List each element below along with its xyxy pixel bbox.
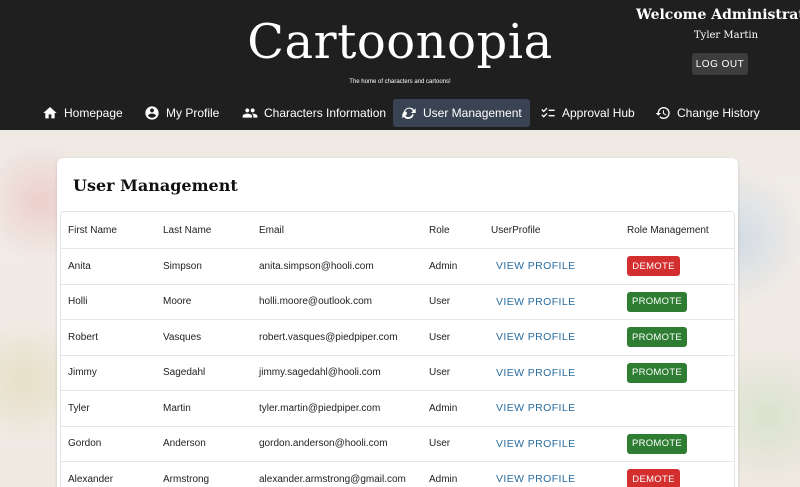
user-profile-cell: VIEW PROFILE	[491, 249, 580, 284]
last-name-cell: Sagedahl	[163, 367, 206, 379]
email-cell: alexander.armstrong@gmail.com	[259, 473, 406, 485]
role-cell: Admin	[429, 260, 458, 272]
user-profile-cell: VIEW PROFILE	[491, 356, 580, 391]
nav-item-label: Change History	[677, 106, 760, 120]
main-nav: Homepage My Profile Characters Informati…	[0, 97, 800, 129]
first-name-cell: Alexander	[68, 473, 114, 485]
table-header-row: First Name Last Name Email Role UserProf…	[61, 212, 734, 249]
email-cell: anita.simpson@hooli.com	[259, 260, 374, 272]
last-name-cell: Vasques	[163, 331, 202, 343]
table-row: Alexander Armstrong alexander.armstrong@gm…	[61, 462, 734, 487]
last-name-cell: Armstrong	[163, 473, 210, 485]
nav-item-label: Characters Information	[264, 106, 387, 120]
role-cell: Admin	[429, 473, 458, 485]
nav-item-change-history[interactable]: Change History	[647, 99, 768, 127]
last-name-cell: Anderson	[163, 438, 206, 450]
user-profile-cell: VIEW PROFILE	[491, 320, 580, 355]
first-name-cell: Gordon	[68, 438, 102, 450]
view-profile-button[interactable]: VIEW PROFILE	[491, 260, 580, 272]
role-cell: User	[429, 438, 451, 450]
table-row: Holli Moore holli.moore@outlook.com User VIE…	[61, 285, 734, 320]
demote-button[interactable]: DEMOTE	[627, 469, 680, 487]
checklist-icon	[541, 107, 555, 118]
user-name: Tyler Martin	[694, 30, 759, 41]
user-profile-cell: VIEW PROFILE	[491, 462, 580, 487]
history-icon	[655, 107, 670, 120]
user-management-card: User Management First Name Last Name Ema…	[57, 158, 738, 487]
user-profile-cell: VIEW PROFILE	[491, 391, 580, 426]
nav-item-label: Approval Hub	[562, 106, 635, 120]
column-header-first-name: First Name	[68, 224, 117, 236]
view-profile-button[interactable]: VIEW PROFILE	[491, 473, 580, 485]
view-profile-button[interactable]: VIEW PROFILE	[491, 296, 580, 308]
table-row: Anita Simpson anita.simpson@hooli.com Admin…	[61, 249, 734, 285]
demote-button[interactable]: DEMOTE	[627, 256, 680, 277]
nav-item-label: Homepage	[64, 106, 123, 120]
promote-button[interactable]: PROMOTE	[627, 362, 687, 383]
nav-item-characters-information[interactable]: Characters Information	[234, 99, 394, 127]
role-cell: Admin	[429, 402, 458, 414]
last-name-cell: Moore	[163, 296, 192, 308]
table-row: Jimmy Sagedahl jimmy.sagedahl@hooli.com Use…	[61, 356, 734, 391]
site-header: Cartoonopia The home of characters and c…	[0, 0, 800, 130]
email-cell: jimmy.sagedahl@hooli.com	[259, 367, 381, 379]
role-management-cell: PROMOTE	[627, 427, 687, 462]
role-cell: User	[429, 367, 451, 379]
first-name-cell: Jimmy	[68, 367, 97, 379]
view-profile-button[interactable]: VIEW PROFILE	[491, 402, 580, 414]
promote-button[interactable]: PROMOTE	[627, 291, 687, 312]
welcome-text: Welcome Administrator	[636, 7, 800, 23]
role-cell: User	[429, 331, 451, 343]
nav-item-homepage[interactable]: Homepage	[34, 99, 131, 127]
nav-item-label: User Management	[423, 106, 522, 120]
table-row: Robert Vasques robert.vasques@piedpiper.co…	[61, 320, 734, 356]
first-name-cell: Anita	[68, 260, 91, 272]
nav-item-approval-hub[interactable]: Approval Hub	[532, 99, 643, 127]
email-cell: gordon.anderson@hooli.com	[259, 438, 388, 450]
user-profile-cell: VIEW PROFILE	[491, 427, 580, 462]
manage-accounts-icon	[402, 107, 416, 119]
nav-item-my-profile[interactable]: My Profile	[136, 99, 227, 127]
site-tagline: The home of characters and cartoons!	[349, 79, 451, 85]
role-cell: User	[429, 296, 451, 308]
view-profile-button[interactable]: VIEW PROFILE	[491, 367, 580, 379]
people-icon	[242, 108, 258, 118]
email-cell: robert.vasques@piedpiper.com	[259, 331, 398, 343]
column-header-user-profile: UserProfile	[491, 224, 541, 236]
role-management-cell: DEMOTE	[627, 462, 680, 487]
column-header-email: Email	[259, 224, 285, 236]
view-profile-button[interactable]: VIEW PROFILE	[491, 331, 580, 343]
role-management-cell: PROMOTE	[627, 285, 687, 320]
view-profile-button[interactable]: VIEW PROFILE	[491, 438, 580, 450]
home-icon	[43, 107, 57, 119]
role-management-cell: DEMOTE	[627, 249, 680, 284]
nav-item-user-management[interactable]: User Management	[393, 99, 530, 127]
table-row: Tyler Martin tyler.martin@piedpiper.com Adm…	[61, 391, 734, 427]
email-cell: tyler.martin@piedpiper.com	[259, 402, 381, 414]
column-header-last-name: Last Name	[163, 224, 212, 236]
promote-button[interactable]: PROMOTE	[627, 327, 687, 348]
table-row: Gordon Anderson gordon.anderson@hooli.com U…	[61, 427, 734, 462]
role-management-cell: PROMOTE	[627, 320, 687, 355]
email-cell: holli.moore@outlook.com	[259, 296, 372, 308]
user-profile-cell: VIEW PROFILE	[491, 285, 580, 320]
column-header-role-management: Role Management	[627, 224, 709, 236]
logout-button[interactable]: LOG OUT	[692, 53, 748, 75]
first-name-cell: Holli	[68, 296, 88, 308]
page-title: User Management	[73, 176, 238, 195]
nav-item-label: My Profile	[166, 106, 220, 120]
column-header-role: Role	[429, 224, 450, 236]
first-name-cell: Robert	[68, 331, 99, 343]
account-circle-icon	[145, 106, 159, 120]
first-name-cell: Tyler	[68, 402, 90, 414]
last-name-cell: Simpson	[163, 260, 202, 272]
role-management-cell: PROMOTE	[627, 356, 687, 391]
users-table: First Name Last Name Email Role UserProf…	[60, 211, 735, 487]
promote-button[interactable]: PROMOTE	[627, 433, 687, 454]
table-body: Anita Simpson anita.simpson@hooli.com Admin…	[61, 249, 734, 487]
last-name-cell: Martin	[163, 402, 191, 414]
